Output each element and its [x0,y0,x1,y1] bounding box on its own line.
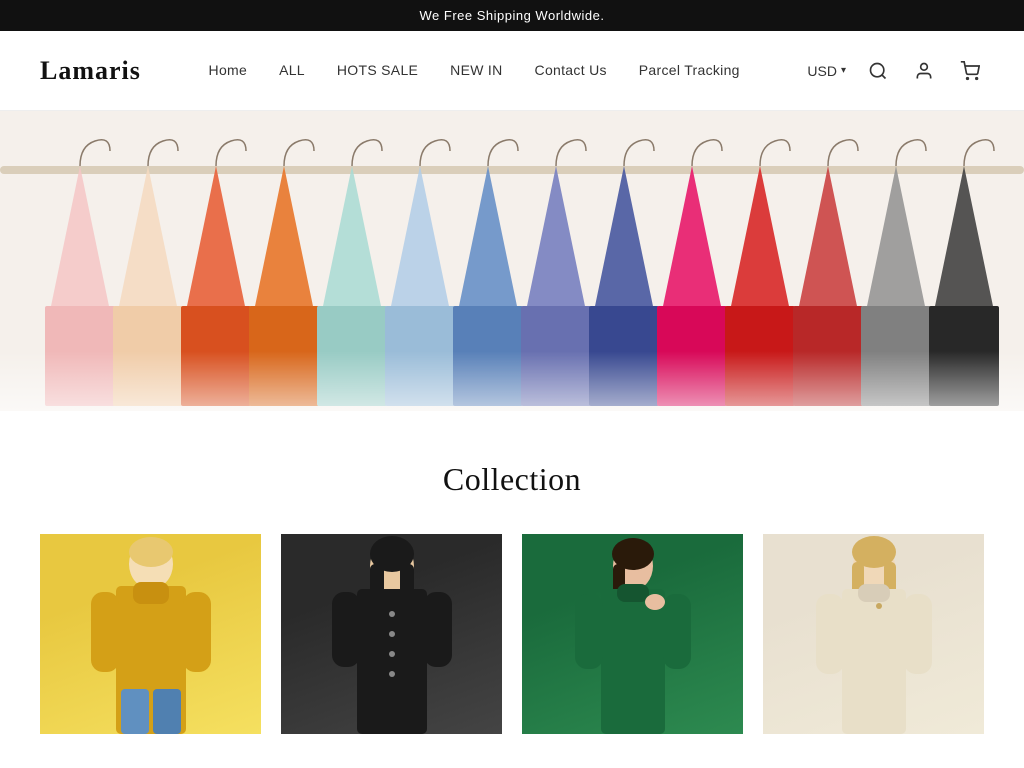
product-figure-4 [784,534,964,734]
cart-button[interactable] [956,57,984,85]
product-figure-1 [61,534,241,734]
header: Lamaris Home ALL HOTS SALE NEW IN Contac… [0,31,1024,111]
nav-icons: USD ▾ [807,57,984,85]
announcement-bar: We Free Shipping Worldwide. [0,0,1024,31]
chevron-down-icon: ▾ [841,65,846,76]
product-card-4[interactable] [763,534,984,734]
logo[interactable]: Lamaris [40,56,141,86]
nav-item-home: Home [209,62,248,80]
product-card-1[interactable] [40,534,261,734]
account-button[interactable] [910,57,938,85]
product-figure-3 [543,534,723,734]
product-image-3 [522,534,743,734]
product-card-3[interactable] [522,534,743,734]
announcement-text: We Free Shipping Worldwide. [420,8,605,23]
nav-item-hots-sale: HOTS SALE [337,62,418,80]
nav-links: Home ALL HOTS SALE NEW IN Contact Us Par… [209,62,740,80]
search-button[interactable] [864,57,892,85]
collection-grid [40,534,984,734]
nav-item-new-in: NEW IN [450,62,502,80]
product-image-1 [40,534,261,734]
nav-link-home[interactable]: Home [209,62,248,78]
nav-link-contact[interactable]: Contact Us [535,62,607,78]
hero-image [0,111,1024,411]
product-image-4 [763,534,984,734]
account-icon [914,61,934,81]
currency-selector[interactable]: USD ▾ [807,63,846,79]
nav-link-all[interactable]: ALL [279,62,305,78]
nav-item-parcel: Parcel Tracking [639,62,740,80]
nav-link-parcel[interactable]: Parcel Tracking [639,62,740,78]
product-image-2 [281,534,502,734]
nav-item-all: ALL [279,62,305,80]
collection-section: Collection [0,411,1024,754]
currency-value: USD [807,63,837,79]
nav-link-hots-sale[interactable]: HOTS SALE [337,62,418,78]
nav-item-contact: Contact Us [535,62,607,80]
product-figure-2 [302,534,482,734]
cart-icon [960,61,980,81]
search-icon [868,61,888,81]
product-card-2[interactable] [281,534,502,734]
collection-title: Collection [40,461,984,498]
nav-link-new-in[interactable]: NEW IN [450,62,502,78]
main-nav: Home ALL HOTS SALE NEW IN Contact Us Par… [209,62,740,80]
hero-banner [0,111,1024,411]
